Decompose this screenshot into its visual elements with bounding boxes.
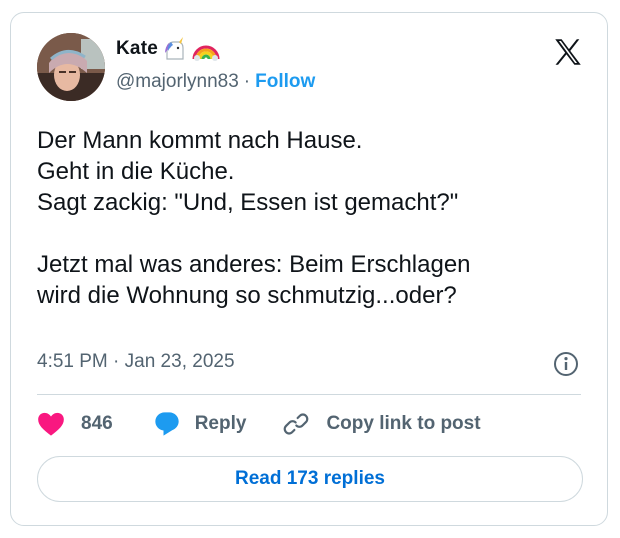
- rainbow-icon: [192, 37, 220, 61]
- heart-icon: [38, 412, 64, 436]
- author-name-row: Kate: [116, 37, 220, 61]
- embedded-post-card: Kate @majorlynn83 · Follow Der Mann komm…: [10, 12, 608, 526]
- post-text-line: Jetzt mal was anderes: Beim Erschlagen: [37, 251, 471, 278]
- post-text-line: Der Mann kommt nach Hause.: [37, 127, 363, 154]
- link-icon: [284, 413, 309, 435]
- follow-button[interactable]: Follow: [255, 71, 315, 93]
- info-icon[interactable]: [553, 351, 579, 377]
- author-display-name[interactable]: Kate: [116, 38, 158, 60]
- post-text-line: Sagt zackig: "Und, Essen ist gemacht?": [37, 189, 459, 216]
- post-text-line: Geht in die Küche.: [37, 158, 235, 185]
- post-text: Der Mann kommt nach Hause. Geht in die K…: [37, 125, 597, 311]
- reply-button[interactable]: Reply: [153, 411, 247, 437]
- separator-dot: ·: [243, 71, 251, 92]
- like-count: 846: [81, 413, 113, 434]
- copy-link-button[interactable]: Copy link to post: [282, 411, 481, 437]
- like-button[interactable]: 846: [37, 411, 113, 437]
- action-bar: 846 Reply Copy link to post: [37, 409, 481, 439]
- avatar-photo: [37, 33, 105, 101]
- avatar[interactable]: [37, 33, 105, 101]
- x-logo-icon[interactable]: [551, 35, 585, 69]
- read-replies-button[interactable]: Read 173 replies: [37, 456, 583, 502]
- post-text-line: wird die Wohnung so schmutzig...oder?: [37, 282, 457, 309]
- post-timestamp[interactable]: 4:51 PM · Jan 23, 2025: [37, 351, 235, 373]
- copy-link-label: Copy link to post: [326, 413, 481, 434]
- divider: [37, 394, 581, 395]
- author-handle-row: @majorlynn83 · Follow: [116, 71, 315, 93]
- reply-label: Reply: [194, 413, 247, 434]
- author-handle[interactable]: @majorlynn83: [116, 71, 239, 93]
- unicorn-icon: [161, 37, 189, 61]
- reply-bubble-icon: [155, 412, 179, 436]
